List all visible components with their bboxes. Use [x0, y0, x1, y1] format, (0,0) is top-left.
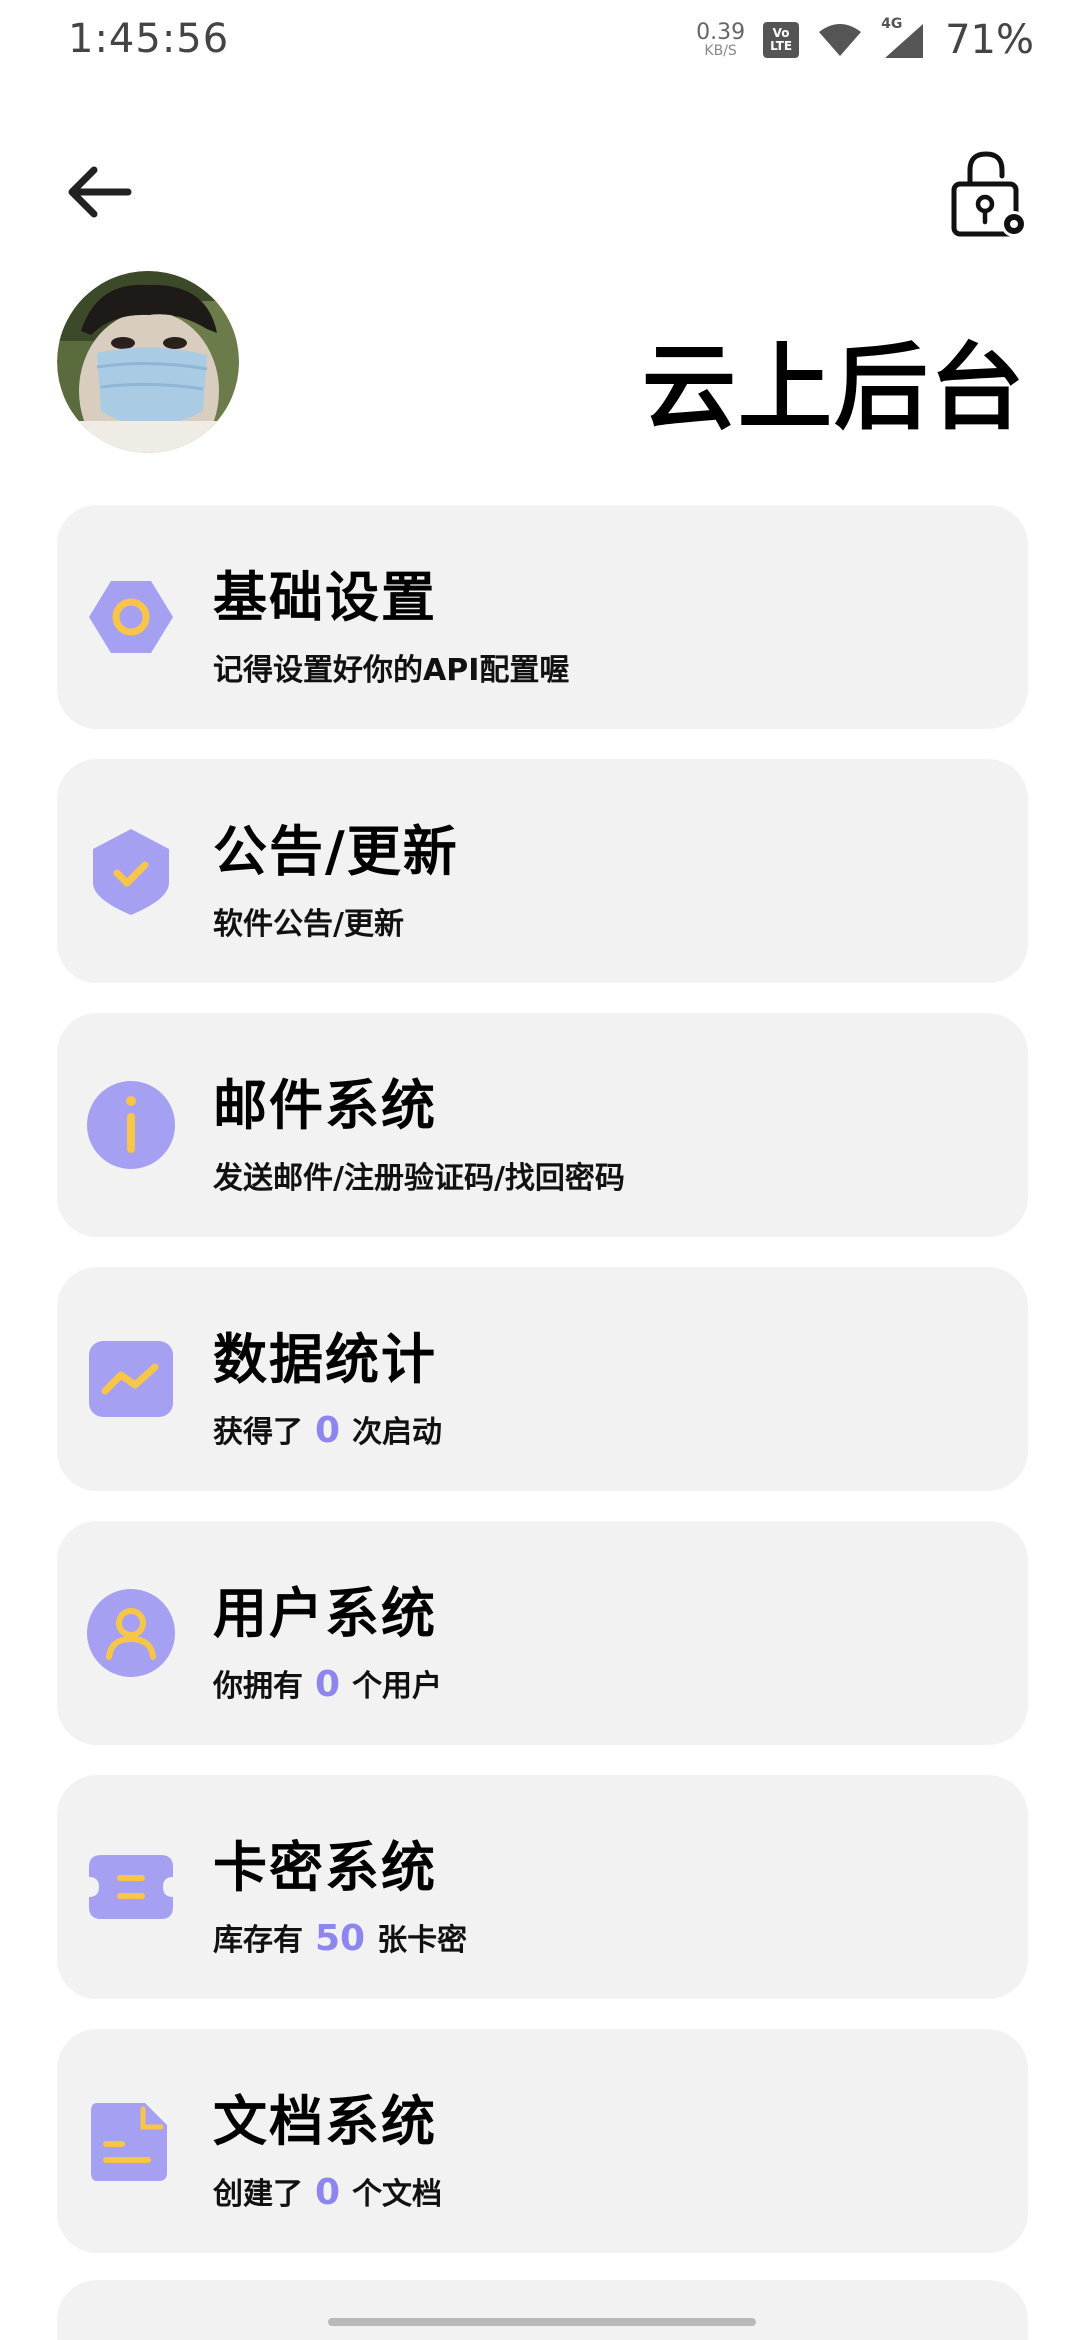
signal-bars-icon	[885, 24, 924, 58]
card-user-system[interactable]: 用户系统 你拥有 0 个用户	[57, 1521, 1028, 1745]
card-partial-next[interactable]	[57, 2280, 1028, 2340]
document-count: 0	[315, 2172, 341, 2213]
volte-bottom-text: LTE	[770, 39, 793, 53]
chart-line-icon	[89, 1341, 173, 1417]
info-icon	[87, 1081, 175, 1169]
card-subtitle: 创建了 0 个文档	[213, 2169, 442, 2213]
screen: 1:45:56 0.39 KB/S Vo LTE 4G 71% 云上后台 基础设…	[0, 0, 1080, 2340]
card-subtitle: 发送邮件/注册验证码/找回密码	[213, 1161, 625, 1196]
avatar-image	[57, 271, 239, 453]
card-title: 文档系统	[213, 2090, 437, 2153]
network-speed: 0.39 KB/S	[696, 20, 746, 59]
card-announcement-update[interactable]: 公告/更新 软件公告/更新	[57, 759, 1028, 983]
status-icons: 0.39 KB/S Vo LTE 4G 71%	[696, 16, 1034, 63]
subtitle-prefix: 获得了	[213, 1415, 303, 1450]
unlock-gear-icon	[951, 151, 1027, 237]
card-title: 卡密系统	[213, 1836, 437, 1899]
card-subtitle: 获得了 0 次启动	[213, 1407, 442, 1451]
card-subtitle: 记得设置好你的API配置喔	[213, 653, 570, 688]
subtitle-prefix: 创建了	[213, 2177, 303, 2212]
subtitle-suffix: 次启动	[352, 1415, 443, 1450]
subtitle-prefix: 你拥有	[213, 1669, 303, 1704]
card-document-system[interactable]: 文档系统 创建了 0 个文档	[57, 2029, 1028, 2253]
back-button[interactable]	[60, 156, 140, 236]
network-speed-unit: KB/S	[704, 43, 737, 59]
card-title: 用户系统	[213, 1582, 437, 1645]
card-title: 邮件系统	[213, 1074, 437, 1137]
wifi-icon	[819, 24, 862, 56]
cell-signal-icon: 4G	[881, 16, 927, 60]
card-basic-settings[interactable]: 基础设置 记得设置好你的API配置喔	[57, 505, 1028, 729]
card-title: 基础设置	[213, 566, 437, 629]
card-title: 公告/更新	[213, 820, 459, 883]
ticket-icon	[89, 1855, 173, 1919]
subtitle-suffix: 个文档	[352, 2177, 443, 2212]
subtitle-suffix: 个用户	[352, 1669, 443, 1704]
card-statistics[interactable]: 数据统计 获得了 0 次启动	[57, 1267, 1028, 1491]
launch-count: 0	[315, 1410, 341, 1451]
user-icon	[87, 1589, 175, 1677]
card-key-system[interactable]: 卡密系统 库存有 50 张卡密	[57, 1775, 1028, 1999]
status-bar: 1:45:56 0.39 KB/S Vo LTE 4G 71%	[0, 0, 1080, 80]
key-stock-count: 50	[315, 1918, 366, 1959]
user-count: 0	[315, 1664, 341, 1705]
arrow-left-icon	[68, 166, 132, 218]
document-icon	[91, 2103, 167, 2181]
subtitle-suffix: 张卡密	[377, 1923, 468, 1958]
card-mail-system[interactable]: 邮件系统 发送邮件/注册验证码/找回密码	[57, 1013, 1028, 1237]
card-subtitle: 软件公告/更新	[213, 907, 404, 942]
network-speed-value: 0.39	[696, 20, 746, 45]
subtitle-prefix: 库存有	[213, 1923, 303, 1958]
security-settings-button[interactable]	[948, 150, 1030, 240]
battery-level: 71%	[945, 17, 1034, 63]
page-title: 云上后台	[641, 334, 1026, 443]
card-subtitle: 库存有 50 张卡密	[213, 1915, 467, 1959]
card-subtitle: 你拥有 0 个用户	[213, 1661, 442, 1705]
volte-icon: Vo LTE	[763, 22, 800, 58]
home-indicator[interactable]	[328, 2318, 756, 2326]
shield-check-icon	[93, 829, 169, 915]
status-time: 1:45:56	[68, 16, 230, 62]
card-title: 数据统计	[213, 1328, 437, 1391]
settings-hexagon-icon	[89, 581, 173, 653]
avatar[interactable]	[57, 271, 239, 453]
